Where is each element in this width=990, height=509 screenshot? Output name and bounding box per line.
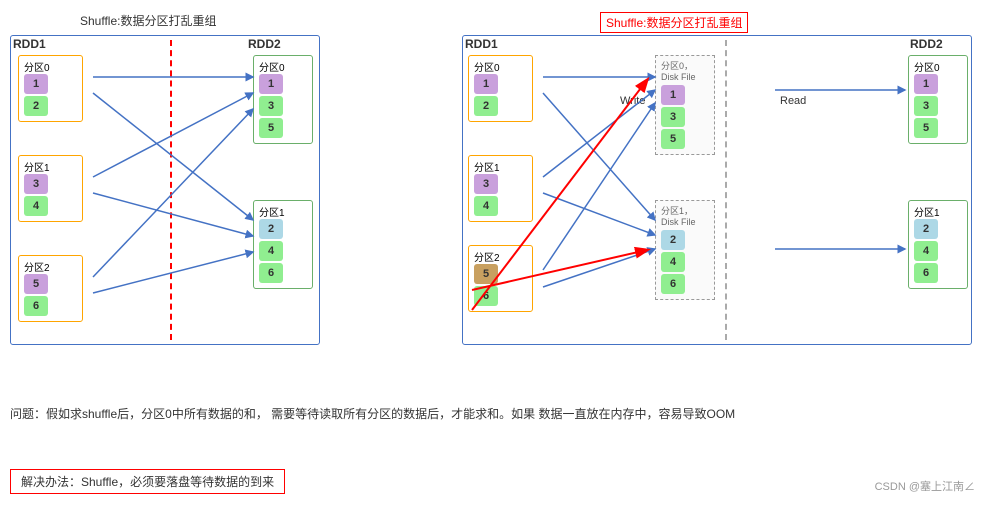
shuffle-label-right: Shuffle:数据分区打乱重组 <box>600 12 748 33</box>
left-rdd2-part0: 分区0 1 3 5 <box>253 55 313 144</box>
rdd1-label-right: RDD1 <box>465 37 498 51</box>
shuffle-label-left: Shuffle:数据分区打乱重组 <box>80 12 216 29</box>
solution-box: 解决办法：Shuffle，必须要落盘等待数据的到来 <box>10 469 285 494</box>
write-label: Write <box>620 95 645 107</box>
left-rdd1-part2: 分区2 5 6 <box>18 255 83 322</box>
left-rdd2-part1: 分区1 2 4 6 <box>253 200 313 289</box>
left-rdd1-part0: 分区0 1 2 <box>18 55 83 122</box>
left-rdd1-part1: 分区1 3 4 <box>18 155 83 222</box>
right-outer-border <box>462 35 972 345</box>
disk0-col: 分区0，Disk File 1 3 5 <box>655 55 715 155</box>
right-rdd2-part0: 分区0 1 3 5 <box>908 55 968 144</box>
watermark: CSDN @塞上江南∠ <box>875 478 975 494</box>
left-dashed-line <box>170 40 172 340</box>
read-label: Read <box>780 95 806 107</box>
right-rdd1-part1: 分区1 3 4 <box>468 155 533 222</box>
bottom-question: 问题：假如求shuffle后，分区0中所有数据的和， 需要等待读取所有分区的数据… <box>10 404 735 424</box>
rdd2-label-right: RDD2 <box>910 37 943 51</box>
rdd2-label-left: RDD2 <box>248 37 281 51</box>
right-dashed-line <box>725 40 727 340</box>
right-rdd1-part2: 分区2 5 6 <box>468 245 533 312</box>
rdd1-label-left: RDD1 <box>13 37 46 51</box>
disk1-col: 分区1，Disk File 2 4 6 <box>655 200 715 300</box>
right-rdd2-part1: 分区1 2 4 6 <box>908 200 968 289</box>
right-rdd1-part0: 分区0 1 2 <box>468 55 533 122</box>
main-container: Shuffle:数据分区打乱重组 RDD1 RDD2 分区0 1 2 分区1 3… <box>0 0 990 509</box>
